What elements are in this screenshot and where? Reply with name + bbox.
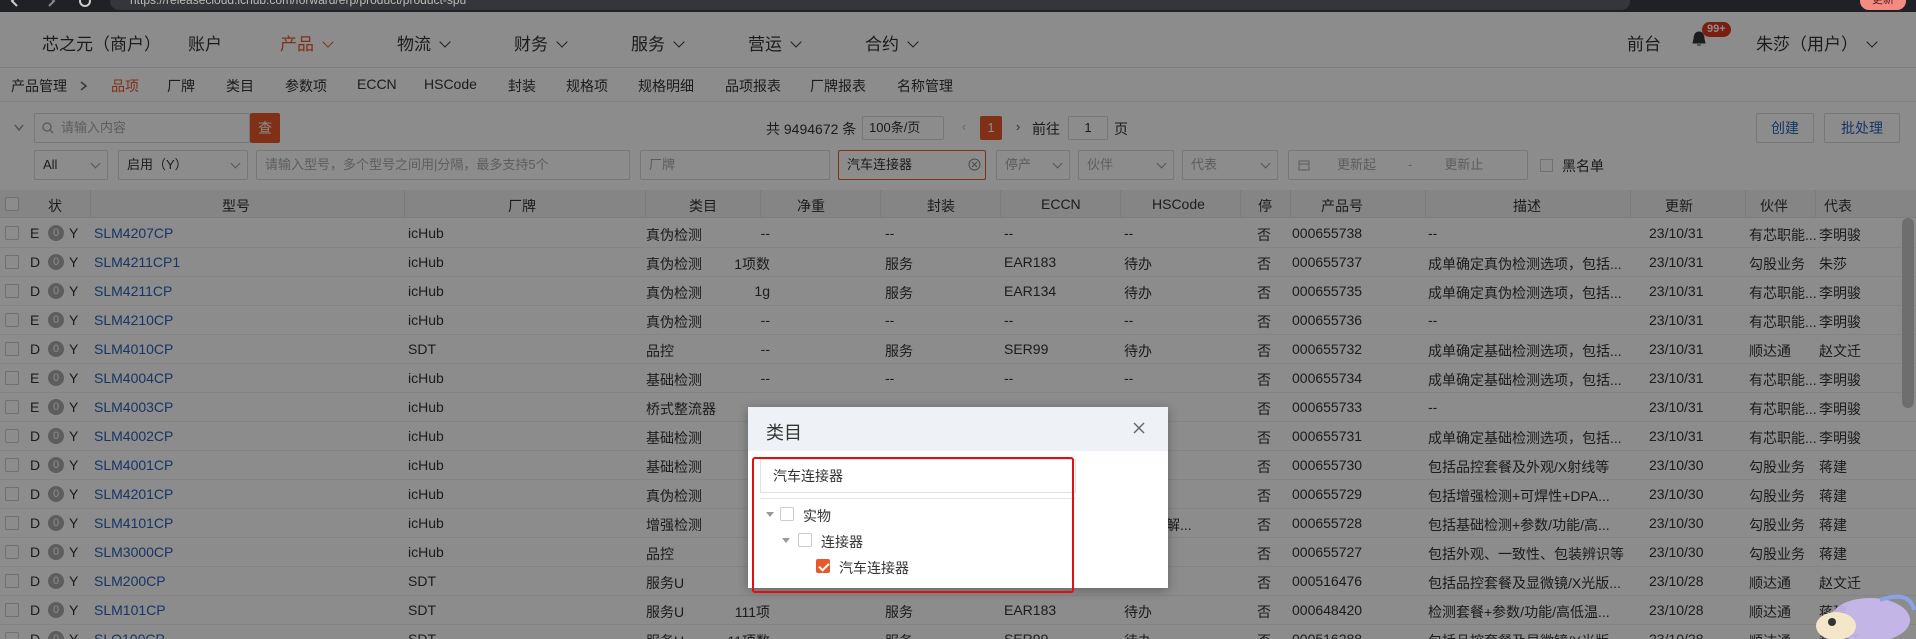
close-icon[interactable]: [1132, 421, 1146, 435]
forward-icon[interactable]: [44, 0, 58, 8]
mascot-illustration: [1816, 594, 1916, 639]
dialog-header: 类目: [748, 407, 1168, 451]
dialog-title: 类目: [766, 423, 802, 443]
address-bar[interactable]: https://releasecloud.ichub.com/forward/e…: [110, 0, 1630, 10]
back-icon[interactable]: [8, 0, 22, 8]
browser-bar: https://releasecloud.ichub.com/forward/e…: [0, 0, 1916, 12]
highlight-frame: [752, 457, 1074, 593]
reload-icon[interactable]: [78, 0, 92, 8]
browser-update-button[interactable]: 更新: [1860, 0, 1906, 10]
